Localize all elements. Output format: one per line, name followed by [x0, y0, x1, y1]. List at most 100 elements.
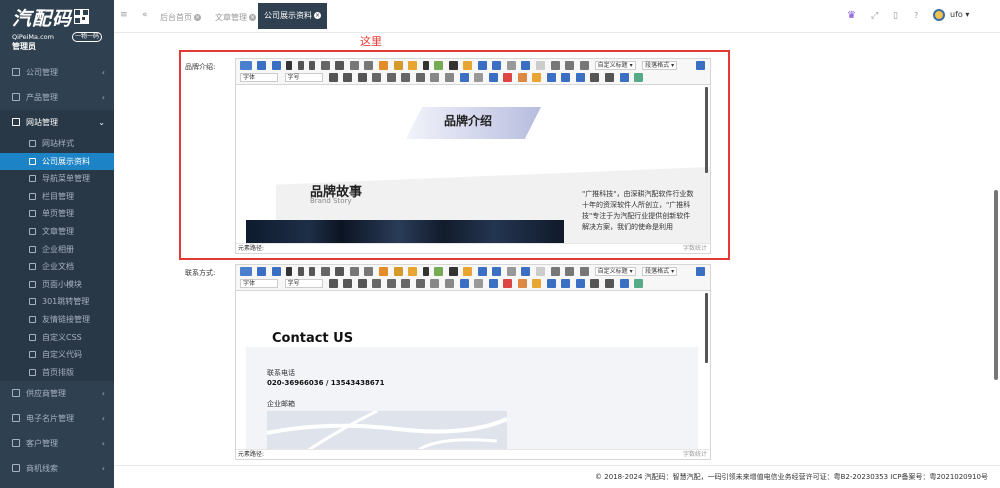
fullscreen-editor-icon[interactable] — [695, 267, 705, 276]
link-icon[interactable] — [459, 279, 469, 288]
align-right-icon[interactable] — [401, 73, 411, 82]
align-justify-icon[interactable] — [415, 279, 425, 288]
sidebar-item-product[interactable]: 产品管理 ‹ — [0, 85, 114, 110]
search-replace-icon[interactable] — [619, 279, 629, 288]
paste-plain-icon[interactable] — [434, 267, 444, 276]
user-menu[interactable]: ufo ▾ — [950, 10, 969, 19]
sidebar-item-website[interactable]: 网站管理 ⌄ — [0, 110, 114, 135]
redo-icon[interactable] — [271, 61, 281, 70]
row-spacing-top-icon[interactable] — [550, 61, 560, 70]
contact-editor[interactable]: 自定义标题 ▾ 段落格式 ▾ 字体 字号 Contact US 联系电话 020… — [235, 264, 711, 460]
highlight-color-icon[interactable] — [463, 267, 473, 276]
logo[interactable]: 汽配码 QiPeiMa.com 一物一码 — [12, 6, 103, 42]
clear-doc-icon[interactable] — [521, 267, 531, 276]
close-icon[interactable]: × — [314, 12, 321, 19]
sidebar-item-site-style[interactable]: 网站样式 — [0, 135, 114, 153]
sidebar-item-custom-css[interactable]: 自定义CSS — [0, 329, 114, 347]
clear-doc-icon[interactable] — [521, 61, 531, 70]
to-upper-icon[interactable] — [430, 73, 440, 82]
custom-title-select[interactable]: 自定义标题 ▾ — [594, 267, 636, 276]
underline-icon[interactable] — [309, 267, 316, 276]
image-icon[interactable] — [503, 73, 513, 82]
format-brush-icon[interactable] — [393, 267, 403, 276]
row-spacing-bottom-icon[interactable] — [565, 267, 575, 276]
unordered-list-icon[interactable] — [492, 61, 502, 70]
align-left-icon[interactable] — [372, 73, 382, 82]
ordered-list-icon[interactable] — [477, 61, 487, 70]
theme-icon[interactable]: ♛ — [847, 10, 856, 21]
sidebar-item-business-card[interactable]: 电子名片管理 ‹ — [0, 406, 114, 431]
font-family-select[interactable]: 字体 — [240, 73, 278, 82]
attachment-icon[interactable] — [575, 279, 585, 288]
align-left-icon[interactable] — [372, 279, 382, 288]
align-center-icon[interactable] — [386, 279, 396, 288]
unlink-icon[interactable] — [474, 73, 484, 82]
horizontal-rule-icon[interactable] — [590, 73, 600, 82]
bold-icon[interactable] — [286, 267, 293, 276]
close-icon[interactable]: × — [249, 14, 256, 21]
quote-icon[interactable] — [422, 267, 429, 276]
backward-icon[interactable]: « — [142, 10, 148, 20]
font-border-icon[interactable] — [320, 267, 330, 276]
html-source-icon[interactable] — [239, 61, 252, 70]
font-size-select[interactable]: 字号 — [284, 73, 323, 82]
sidebar-item-company-profile[interactable]: 公司展示资料 — [0, 152, 114, 171]
eraser-icon[interactable] — [378, 267, 388, 276]
music-icon[interactable] — [561, 73, 571, 82]
auto-format-icon[interactable] — [408, 267, 418, 276]
bold-icon[interactable] — [286, 61, 293, 70]
sidebar-item-articles[interactable]: 文章管理 — [0, 223, 114, 241]
sidebar-item-company[interactable]: 公司管理 ‹ — [0, 60, 114, 85]
fullscreen-editor-icon[interactable] — [695, 61, 705, 70]
sidebar-item-leads[interactable]: 商机线索 ‹ — [0, 456, 114, 481]
multi-image-icon[interactable] — [517, 279, 527, 288]
search-replace-icon[interactable] — [619, 73, 629, 82]
underline-icon[interactable] — [309, 61, 316, 70]
emotion-icon[interactable] — [532, 73, 542, 82]
undo-icon[interactable] — [257, 61, 267, 70]
direction-ltr-icon[interactable] — [328, 279, 338, 288]
tab-dashboard[interactable]: 后台首页 × — [154, 7, 207, 28]
align-right-icon[interactable] — [401, 279, 411, 288]
anchor-icon[interactable] — [488, 279, 498, 288]
sidebar-item-modules[interactable]: 页面小模块 — [0, 276, 114, 294]
font-family-select[interactable]: 字体 — [240, 279, 278, 288]
brand-intro-editor[interactable]: 自定义标题 ▾ 段落格式 ▾ 字体 字号 品牌介绍 品牌故事 Brand Sto… — [235, 58, 711, 254]
to-lower-icon[interactable] — [444, 73, 454, 82]
tab-company-profile[interactable]: 公司展示资料 × — [258, 3, 327, 29]
strikethrough-icon[interactable] — [335, 267, 345, 276]
anchor-icon[interactable] — [488, 73, 498, 82]
multi-image-icon[interactable] — [517, 73, 527, 82]
sidebar-item-custom-code[interactable]: 自定义代码 — [0, 346, 114, 364]
direction-rtl-icon[interactable] — [343, 279, 353, 288]
superscript-icon[interactable] — [349, 267, 359, 276]
custom-title-select[interactable]: 自定义标题 ▾ — [594, 61, 636, 70]
format-brush-icon[interactable] — [393, 61, 403, 70]
sidebar-item-suppliers[interactable]: 供应商管理 ‹ — [0, 381, 114, 406]
attachment-icon[interactable] — [575, 73, 585, 82]
font-color-icon[interactable] — [448, 267, 458, 276]
align-justify-icon[interactable] — [415, 73, 425, 82]
line-height-icon[interactable] — [579, 267, 589, 276]
ordered-list-icon[interactable] — [477, 267, 487, 276]
sidebar-item-links[interactable]: 友情链接管理 — [0, 311, 114, 329]
line-height-icon[interactable] — [579, 61, 589, 70]
paragraph-select[interactable]: 段落格式 ▾ — [642, 267, 678, 276]
subscript-icon[interactable] — [364, 61, 374, 70]
new-doc-icon[interactable] — [535, 267, 545, 276]
highlight-color-icon[interactable] — [463, 61, 473, 70]
eraser-icon[interactable] — [378, 61, 388, 70]
editor-scrollbar[interactable] — [705, 293, 708, 363]
redo-icon[interactable] — [271, 267, 281, 276]
italic-icon[interactable] — [297, 267, 304, 276]
contact-content[interactable]: Contact US 联系电话 020-36966036 / 135434386… — [236, 291, 710, 449]
auto-format-icon[interactable] — [408, 61, 418, 70]
indent-icon[interactable] — [357, 73, 367, 82]
editor-scrollbar[interactable] — [705, 87, 708, 173]
direction-rtl-icon[interactable] — [343, 73, 353, 82]
sidebar-item-home-layout[interactable]: 首页排版 — [0, 364, 114, 382]
sidebar-item-customers[interactable]: 客户管理 ‹ — [0, 431, 114, 456]
video-icon[interactable] — [546, 279, 556, 288]
paste-plain-icon[interactable] — [434, 61, 444, 70]
sidebar-item-nav-menu[interactable]: 导航菜单管理 — [0, 170, 114, 188]
